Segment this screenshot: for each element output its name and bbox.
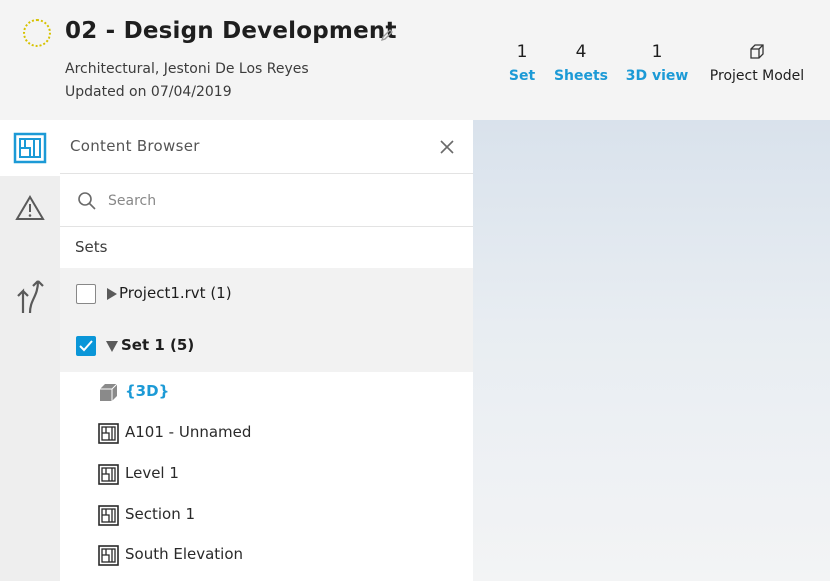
set-count-stat[interactable]: 1 Set [505, 42, 539, 84]
project-subtitle: Architectural, Jestoni De Los Reyes [65, 61, 309, 77]
view3d-link[interactable]: 3D view [624, 68, 690, 84]
sheets-count-stat[interactable]: 4 Sheets [553, 42, 609, 84]
project-model-stat[interactable]: Project Model [704, 42, 810, 84]
list-item-south-elevation[interactable]: South Elevation [60, 535, 473, 576]
rail-sheet-browser-button[interactable] [0, 120, 60, 176]
status-indicator-icon [23, 19, 51, 47]
set-row-set1[interactable]: Set 1 (5) [60, 320, 473, 372]
list-item-a101[interactable]: A101 - Unnamed [60, 413, 473, 454]
content-browser-panel: Content Browser Sets Project1.rvt (1) Se… [60, 120, 473, 581]
list-item-section1[interactable]: Section 1 [60, 495, 473, 536]
list-item-3d[interactable]: {3D} [60, 372, 473, 413]
checkmark-icon [79, 340, 93, 352]
project-model-link[interactable]: Project Model [704, 68, 810, 84]
updated-date: Updated on 07/04/2019 [65, 84, 232, 100]
panel-header: Content Browser [60, 120, 473, 174]
compare-icon [17, 280, 44, 314]
warning-icon [15, 195, 45, 220]
search-icon [78, 192, 96, 210]
sheet-icon [98, 505, 119, 526]
page-title: 02 - Design Development [65, 18, 397, 44]
pencil-edit-icon[interactable] [379, 27, 395, 43]
project-header: 02 - Design Development Architectural, J… [0, 0, 830, 120]
view3d-count: 1 [651, 42, 663, 62]
sets-heading: Sets [75, 238, 108, 256]
set-name: Set 1 (5) [121, 336, 195, 354]
list-item-level1[interactable]: Level 1 [60, 454, 473, 495]
set-link[interactable]: Set [505, 68, 539, 84]
rail-issues-button[interactable] [0, 180, 60, 236]
list-item-label: Section 1 [125, 505, 196, 523]
model-viewer-canvas[interactable] [473, 120, 830, 581]
left-toolbar [0, 120, 60, 581]
set-name: Project1.rvt (1) [119, 284, 232, 302]
rail-compare-button[interactable] [0, 268, 60, 324]
list-item-label: A101 - Unnamed [125, 423, 252, 441]
search-bar [60, 175, 473, 227]
cube-3d-icon [100, 383, 118, 401]
list-item-label: {3D} [125, 382, 170, 400]
set-checkbox-project1[interactable] [76, 284, 96, 304]
cube-outline-icon [750, 44, 764, 59]
close-icon[interactable] [438, 138, 456, 156]
list-item-label: South Elevation [125, 545, 244, 563]
sheets-link[interactable]: Sheets [553, 68, 609, 84]
set-count: 1 [516, 42, 528, 62]
collapse-arrow-icon[interactable] [106, 339, 118, 353]
search-input[interactable] [108, 187, 448, 215]
set-checkbox-set1[interactable] [76, 336, 96, 356]
sheet-browser-icon [13, 132, 47, 164]
list-item-label: Level 1 [125, 464, 179, 482]
expand-arrow-icon[interactable] [106, 287, 118, 301]
panel-title: Content Browser [70, 137, 200, 155]
set-row-project1[interactable]: Project1.rvt (1) [60, 268, 473, 320]
view3d-count-stat[interactable]: 1 3D view [624, 42, 690, 84]
sheet-icon [98, 464, 119, 485]
sheets-count: 4 [575, 42, 587, 62]
sheet-icon [98, 545, 119, 566]
sheet-icon [98, 423, 119, 444]
